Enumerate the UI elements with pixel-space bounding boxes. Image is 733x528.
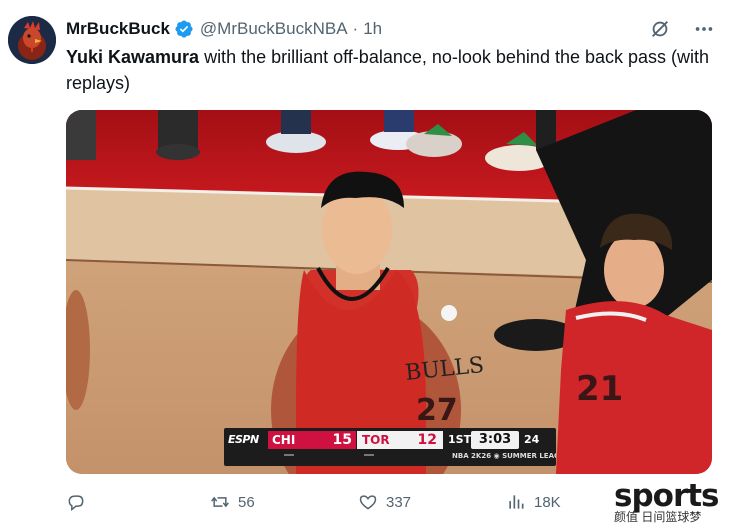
post-text: Yuki Kawamura with the brilliant off-bal… (66, 44, 716, 96)
repost-icon (211, 496, 229, 508)
views-icon (509, 495, 524, 509)
game-period: 1ST (448, 433, 472, 446)
league-label: NBA 2K26 ◉ SUMMER LEAGUE (452, 452, 556, 460)
post-actions: 56 337 18K (66, 488, 626, 516)
post-time[interactable]: 1h (363, 19, 382, 39)
reply-icon (68, 495, 84, 512)
post-video[interactable]: BULLS 27 21 ESPN CHI 15 TOR 12 1ST 3:03 … (66, 110, 712, 474)
post-text-bold[interactable]: Yuki Kawamura (66, 47, 199, 67)
home-team-name: CHI (272, 433, 296, 447)
reply-button[interactable] (66, 488, 86, 516)
like-button[interactable]: 337 (358, 488, 411, 516)
rooster-avatar-image (8, 16, 56, 64)
repost-count: 56 (238, 493, 255, 511)
views-button[interactable]: 18K (506, 488, 561, 516)
separator-dot: · (352, 19, 359, 38)
game-clock: 3:03 (471, 431, 519, 449)
away-fouls-indicator (364, 454, 374, 456)
post-top-actions (649, 18, 715, 40)
watermark-caption: 颜值 日间篮球梦 (614, 510, 702, 524)
post-header: MrBuckBuck @MrBuckBuckNBA · 1h (66, 18, 382, 40)
display-name[interactable]: MrBuckBuck (66, 19, 170, 39)
like-icon (359, 495, 377, 510)
shot-clock: 24 (524, 433, 540, 446)
home-fouls-indicator (284, 454, 294, 456)
grok-icon[interactable] (649, 18, 671, 40)
svg-text:21: 21 (576, 369, 623, 409)
repost-button[interactable]: 56 (210, 488, 255, 516)
home-team-score: 15 (332, 432, 352, 448)
away-team-name: TOR (362, 433, 390, 447)
network-logo: ESPN (228, 433, 259, 446)
like-count: 337 (386, 493, 412, 511)
watermark: sports 颜值 日间篮球梦 (614, 478, 730, 526)
away-team-score: 12 (417, 432, 437, 448)
home-team-box: CHI 15 (268, 431, 356, 449)
avatar[interactable] (8, 16, 56, 64)
scorebug: ESPN CHI 15 TOR 12 1ST 3:03 24 NBA 2K26 … (224, 428, 556, 466)
video-frame: BULLS 27 21 (66, 110, 712, 474)
views-count: 18K (534, 493, 561, 511)
more-icon[interactable] (693, 18, 715, 40)
svg-text:27: 27 (416, 393, 458, 428)
away-team-box: TOR 12 (357, 431, 443, 449)
user-handle[interactable]: @MrBuckBuckNBA (200, 19, 348, 39)
verified-badge-icon (174, 19, 194, 39)
